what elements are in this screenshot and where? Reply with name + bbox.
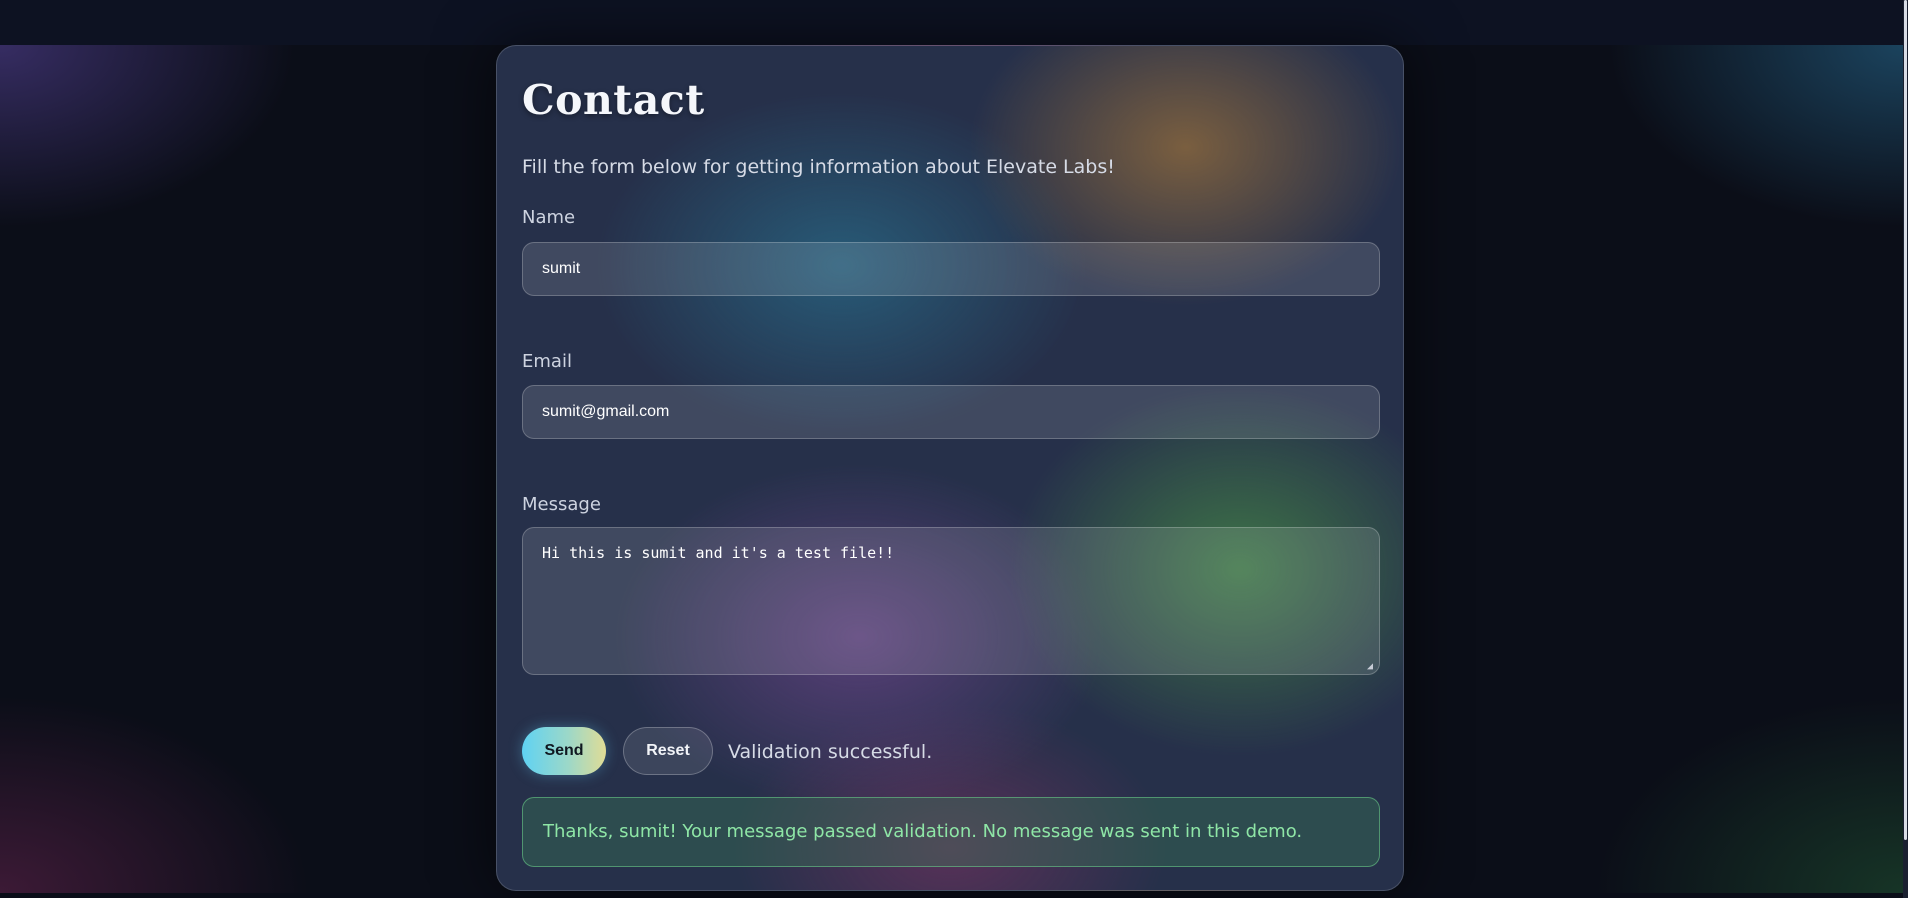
page-subtitle: Fill the form below for getting informat… — [522, 156, 1115, 178]
name-input[interactable]: sumit — [522, 242, 1380, 296]
email-input[interactable]: sumit@gmail.com — [522, 385, 1380, 439]
resize-grip-icon[interactable]: ◢ — [1367, 662, 1377, 672]
browser-top-bar — [0, 0, 1908, 45]
reset-button[interactable]: Reset — [623, 727, 713, 775]
message-textarea[interactable]: Hi this is sumit and it's a test file!! … — [522, 527, 1380, 675]
name-input-value: sumit — [542, 260, 581, 277]
page-bottom-edge — [0, 893, 1903, 898]
validation-status: Validation successful. — [728, 741, 933, 763]
email-input-value: sumit@gmail.com — [542, 403, 670, 420]
contact-card: Contact Fill the form below for getting … — [496, 45, 1404, 891]
message-textarea-value: Hi this is sumit and it's a test file!! — [542, 544, 895, 562]
send-button[interactable]: Send — [522, 727, 606, 775]
name-label: Name — [522, 207, 576, 228]
scrollbar-thumb[interactable] — [1904, 0, 1907, 840]
message-label: Message — [522, 494, 601, 515]
email-label: Email — [522, 351, 572, 372]
success-alert-text: Thanks, sumit! Your message passed valid… — [543, 821, 1303, 842]
success-alert: Thanks, sumit! Your message passed valid… — [522, 797, 1380, 867]
page-title: Contact — [522, 76, 705, 124]
